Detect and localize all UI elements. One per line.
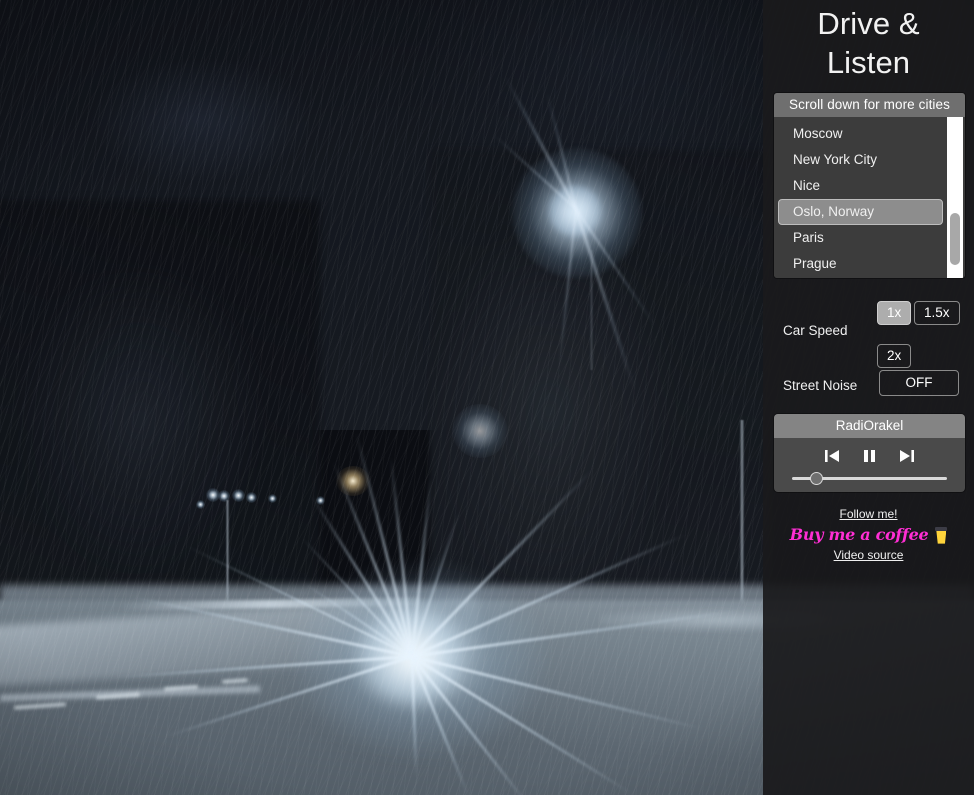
previous-track-icon[interactable] (821, 446, 844, 466)
pause-icon[interactable] (858, 446, 881, 466)
radio-station-name: RadiOrakel (774, 414, 965, 439)
city-list-item[interactable]: Rio De Janeiro (778, 277, 943, 278)
volume-slider-thumb[interactable] (810, 471, 823, 485)
radio-player-body (774, 438, 965, 492)
footer-links: Follow me! Buy me a coffee Video source (763, 505, 974, 565)
car-speed-2x-button[interactable]: 2x (877, 344, 912, 369)
volume-slider-track[interactable] (792, 471, 947, 485)
coffee-cup-icon (935, 526, 948, 544)
car-speed-label: Car Speed (783, 323, 848, 339)
control-sidebar: Drive & Listen Scroll down for more citi… (763, 0, 974, 795)
street-noise-control: Street Noise OFF (763, 370, 974, 404)
city-selector: Scroll down for more cities Moscow New Y… (774, 93, 965, 279)
street-noise-label: Street Noise (783, 378, 858, 394)
page-title: Drive & Listen (763, 0, 974, 82)
city-list-header: Scroll down for more cities (774, 93, 965, 118)
app-title-line-2: Listen (826, 45, 911, 81)
app-title-line-1: Drive & (817, 6, 920, 41)
drive-and-listen-app: Drive & Listen Scroll down for more citi… (0, 0, 974, 795)
city-list-item[interactable]: Prague (778, 251, 943, 277)
car-speed-1.5x-button[interactable]: 1.5x (914, 301, 960, 326)
city-list-scrollbar-thumb[interactable] (950, 213, 960, 266)
buy-me-a-coffee-label[interactable]: Buy me a coffee (790, 524, 929, 546)
city-list-item[interactable]: New York City (778, 147, 943, 173)
volume-slider[interactable] (784, 471, 955, 485)
street-noise-toggle-button[interactable]: OFF (879, 370, 959, 397)
follow-me-link[interactable]: Follow me! (763, 505, 974, 524)
city-listbox[interactable]: Moscow New York City Nice Oslo, Norway P… (774, 117, 965, 279)
city-list-item-selected[interactable]: Oslo, Norway (778, 199, 943, 226)
radio-transport-controls (784, 446, 955, 466)
car-speed-control: Car Speed 1x 1.5x 2x (763, 292, 974, 372)
city-list-scrollbar[interactable] (947, 117, 963, 279)
video-source-link[interactable]: Video source (763, 546, 974, 565)
next-track-icon[interactable] (895, 446, 918, 466)
radio-player: RadiOrakel (774, 414, 965, 493)
buy-me-a-coffee-link[interactable]: Buy me a coffee (763, 524, 974, 546)
city-list-item[interactable]: Paris (778, 225, 943, 251)
car-speed-1x-button[interactable]: 1x (877, 301, 912, 326)
city-list-item[interactable]: Moscow (778, 121, 943, 147)
city-list-item[interactable]: Nice (778, 173, 943, 199)
